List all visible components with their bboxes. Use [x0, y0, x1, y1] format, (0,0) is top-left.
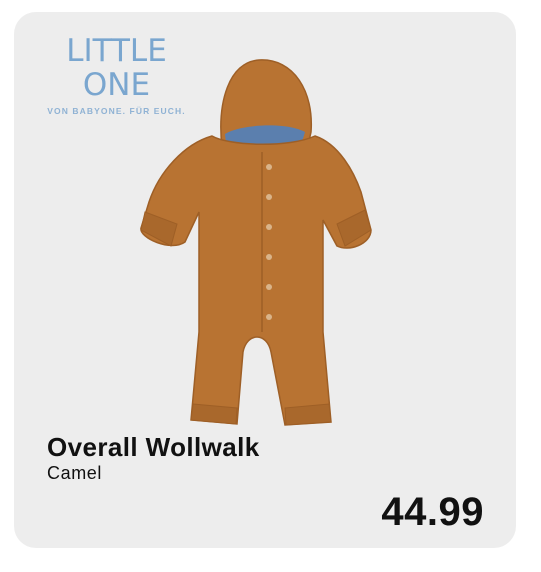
product-name: Overall Wollwalk — [47, 432, 260, 462]
product-card[interactable]: LITTLE ONE VON BABYONE. FÜR EUCH. Overal… — [14, 12, 516, 548]
baby-overall-image — [140, 59, 372, 426]
product-color: Camel — [47, 463, 103, 483]
product-price: 44.99 — [381, 490, 484, 534]
